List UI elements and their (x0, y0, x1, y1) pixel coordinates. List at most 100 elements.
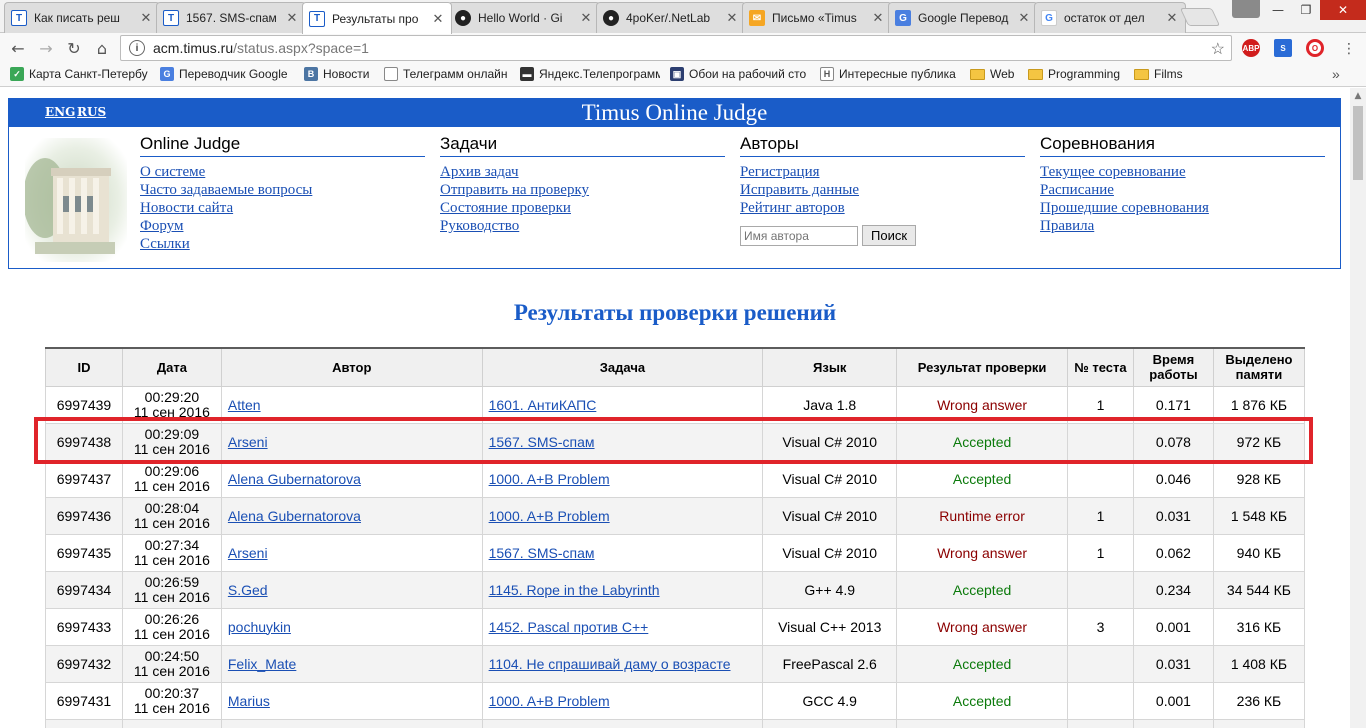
bookmark-folder[interactable]: Programming (1028, 67, 1128, 81)
bookmark[interactable]: G Переводчик Google (160, 67, 300, 81)
back-icon[interactable]: ← (8, 38, 28, 58)
nav-link-ranklist[interactable]: Рейтинг авторов (740, 199, 1025, 217)
scroll-up-icon[interactable]: ▲ (1350, 88, 1366, 104)
page-icon (384, 67, 398, 81)
bookmark-folder[interactable]: Web (970, 67, 1026, 81)
nav-link-current-contest[interactable]: Текущее соревнование (1040, 163, 1325, 181)
nav-link-forum[interactable]: Форум (140, 217, 425, 235)
bookmark[interactable]: ✓ Карта Санкт-Петербу (10, 67, 150, 81)
cell-memory: 1 876 КБ (1212, 385, 1306, 424)
problem-link[interactable]: 1567. SMS-спам (489, 545, 595, 561)
browser-tab[interactable]: G остаток от дел ✕ (1034, 2, 1186, 33)
author-link[interactable]: Arseni (228, 545, 268, 561)
close-icon[interactable]: ✕ (871, 10, 885, 26)
close-icon[interactable]: ✕ (1017, 10, 1031, 26)
problem-link[interactable]: 1000. A+B Problem (489, 471, 610, 487)
close-icon[interactable]: ✕ (431, 11, 445, 27)
nav-link-problem-archive[interactable]: Архив задач (440, 163, 725, 181)
close-icon[interactable]: ✕ (725, 10, 739, 26)
cell-language: Visual C# 2010 (762, 459, 898, 498)
browser-tab[interactable]: ● 4poKer/.NetLab ✕ (596, 2, 746, 33)
browser-tab[interactable]: G Google Перевод ✕ (888, 2, 1038, 33)
nav-link-news[interactable]: Новости сайта (140, 199, 425, 217)
author-link[interactable]: Felix_Mate (228, 656, 296, 672)
problem-link[interactable]: 1145. Rope in the Labyrinth (489, 582, 660, 598)
info-icon[interactable]: i (129, 40, 145, 56)
chevron-right-icon[interactable]: » (1332, 66, 1340, 82)
nav-link-schedule[interactable]: Расписание (1040, 181, 1325, 199)
opera-icon[interactable]: O (1306, 39, 1324, 57)
nav-link-about[interactable]: О системе (140, 163, 425, 181)
search-button[interactable]: Поиск (862, 225, 917, 246)
problem-link[interactable]: 1104. Не спрашивай даму о возрасте (489, 656, 731, 672)
star-icon[interactable]: ☆ (1211, 39, 1225, 59)
bookmark-label: Новости (323, 67, 370, 81)
browser-tab[interactable]: ✉ Письмо «Timus ✕ (742, 2, 892, 33)
tab-title: 1567. SMS-спам (186, 11, 277, 25)
cell-id: 6997432 (45, 644, 123, 683)
close-icon[interactable]: ✕ (139, 10, 153, 26)
nav-link-edit-profile[interactable]: Исправить данные (740, 181, 1025, 199)
nav-link-links[interactable]: Ссылки (140, 235, 425, 253)
reload-icon[interactable]: ↻ (64, 38, 84, 58)
address-bar[interactable]: i acm.timus.ru /status.aspx?space=1 ☆ (120, 35, 1232, 61)
problem-link[interactable]: 1567. SMS-спам (489, 434, 595, 450)
browser-tab-active[interactable]: T Результаты про ✕ (302, 2, 452, 34)
author-search-input[interactable] (740, 225, 858, 246)
browser-tab[interactable]: T 1567. SMS-спам ✕ (156, 2, 306, 33)
close-icon[interactable]: ✕ (285, 10, 299, 26)
scroll-thumb[interactable] (1353, 106, 1363, 180)
author-link[interactable]: Arseni (228, 434, 268, 450)
nav-link-rules[interactable]: Правила (1040, 217, 1325, 235)
nav-link-status[interactable]: Состояние проверки (440, 199, 725, 217)
author-link[interactable]: Atten (228, 397, 261, 413)
cell-verdict: Accepted (896, 681, 1068, 720)
menu-icon[interactable]: ⋮ (1342, 41, 1356, 57)
author-link[interactable]: Marius (228, 693, 270, 709)
cell-date: 00:27:34 11 сен 2016 (121, 533, 222, 572)
author-link[interactable]: Alena Gubernatorova (228, 508, 361, 524)
nav-link-past-contests[interactable]: Прошедшие соревнования (1040, 199, 1325, 217)
column-header-language: Язык (762, 347, 898, 387)
nav-link-register[interactable]: Регистрация (740, 163, 1025, 181)
cell-author: Arseni (220, 533, 483, 572)
author-link[interactable]: Alena Gubernatorova (228, 471, 361, 487)
table-row: 6997435 00:27:34 11 сен 2016 Arseni 1567. SM… (45, 533, 1306, 572)
problem-link[interactable]: 1000. A+B Problem (489, 693, 610, 709)
extension-s-icon[interactable]: S (1274, 39, 1292, 57)
problem-link[interactable]: 1000. A+B Problem (489, 508, 610, 524)
cell-date: 00:29:09 11 сен 2016 (121, 422, 222, 461)
nav-link-submit[interactable]: Отправить на проверку (440, 181, 725, 199)
site-title: Timus Online Judge (581, 100, 768, 125)
profile-button[interactable] (1232, 0, 1260, 18)
author-link[interactable]: pochuykin (228, 619, 291, 635)
close-icon[interactable]: ✕ (579, 10, 593, 26)
close-window-icon[interactable]: ✕ (1320, 0, 1366, 20)
translate-icon: G (160, 67, 174, 81)
browser-tab[interactable]: T Как писать реш ✕ (4, 2, 160, 33)
close-icon[interactable]: ✕ (1165, 10, 1179, 26)
bookmark[interactable]: ▣ Обои на рабочий сто (670, 67, 810, 81)
maximize-icon[interactable]: ❐ (1292, 0, 1320, 20)
bookmark[interactable]: В Новости (304, 67, 384, 81)
author-link[interactable]: S.Ged (228, 582, 268, 598)
adblock-icon[interactable]: ABP (1242, 39, 1260, 57)
table-header-row: ID Дата Автор Задача Язык Результат пров… (45, 347, 1306, 387)
bookmark[interactable]: H Интересные публика (820, 67, 960, 81)
minimize-icon[interactable]: — (1264, 0, 1292, 20)
browser-tab[interactable]: ● Hello World · Gi ✕ (448, 2, 600, 33)
forward-icon[interactable]: → (36, 38, 56, 58)
nav-link-faq[interactable]: Часто задаваемые вопросы (140, 181, 425, 199)
bookmarks-bar: ✓ Карта Санкт-Петербу G Переводчик Google … (0, 63, 1366, 87)
problem-link[interactable]: 1601. АнтиКАПС (489, 397, 597, 413)
nav-link-guide[interactable]: Руководство (440, 217, 725, 235)
home-icon[interactable]: ⌂ (92, 38, 112, 58)
wallpaper-icon: ▣ (670, 67, 684, 81)
cell-date: 00:29:06 11 сен 2016 (121, 459, 222, 498)
bookmark[interactable]: Телеграмм онлайн (384, 67, 514, 81)
bookmark-folder[interactable]: Films (1134, 67, 1194, 81)
scrollbar[interactable]: ▲ (1350, 88, 1366, 728)
cell-problem: 1000. A+B Problem (481, 459, 764, 498)
bookmark[interactable]: ▬ Яндекс.Телепрограмм (520, 67, 660, 81)
problem-link[interactable]: 1452. Pascal против C++ (489, 619, 649, 635)
